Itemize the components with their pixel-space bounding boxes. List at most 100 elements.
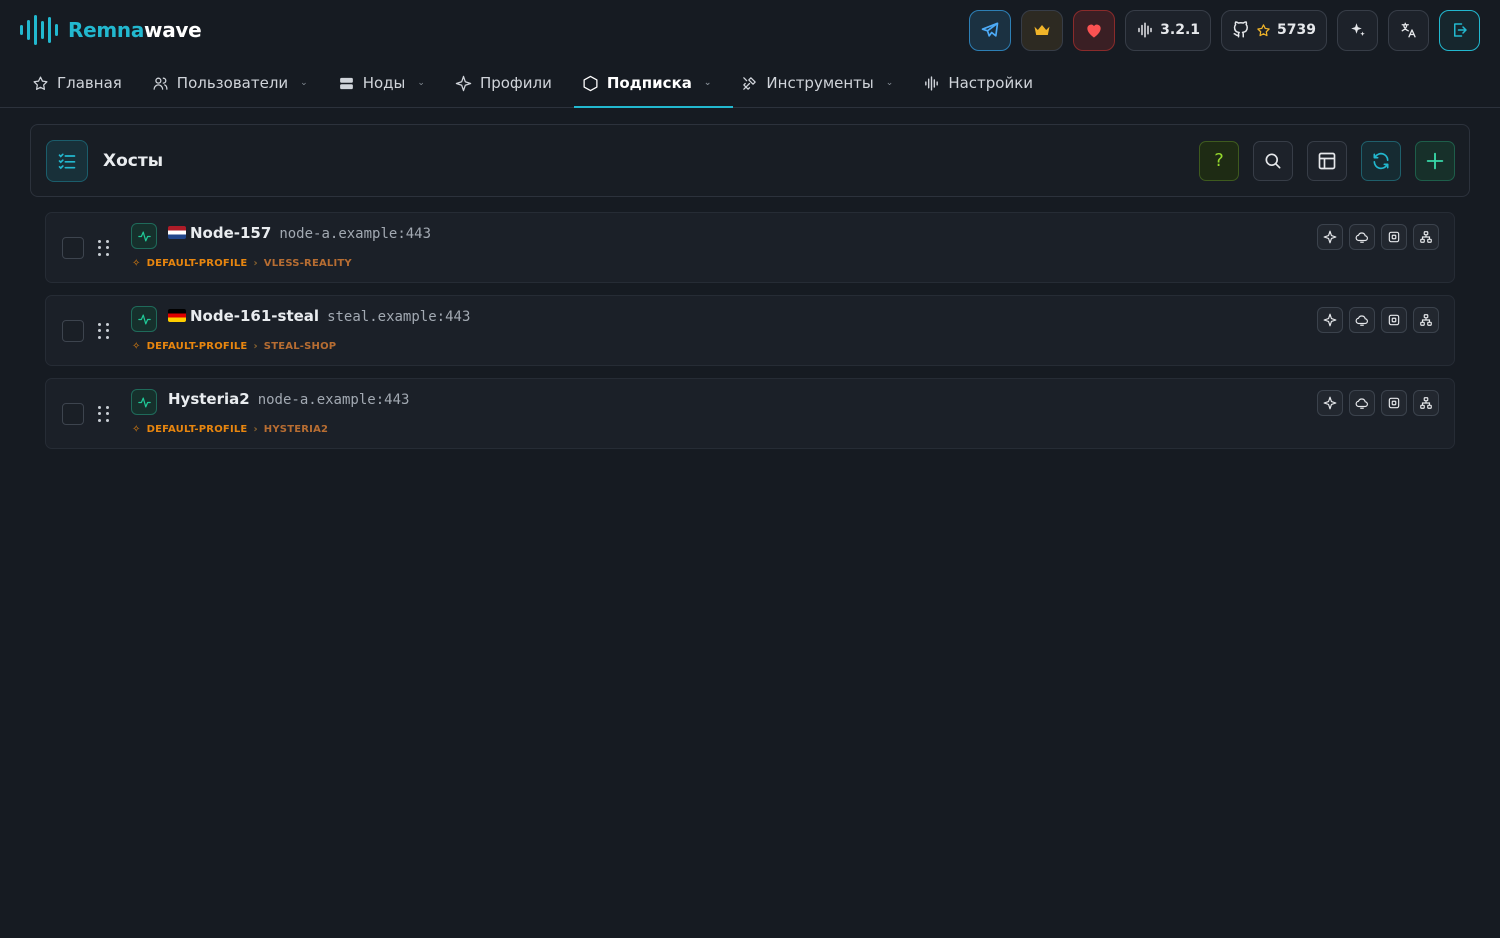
sparkle-icon	[455, 75, 472, 91]
table-view-button[interactable]	[1307, 140, 1347, 181]
cloud-icon	[1355, 398, 1368, 409]
profile-icon: ✧	[132, 424, 141, 435]
profile-action-button[interactable]	[1317, 390, 1343, 416]
row-checkbox[interactable]	[62, 237, 84, 259]
search-icon	[1265, 153, 1281, 168]
capture-icon	[1388, 397, 1400, 409]
drag-handle-icon[interactable]	[98, 240, 110, 256]
nav-users-label: Пользователи	[176, 74, 289, 92]
network-icon	[1420, 397, 1432, 409]
server-icon	[339, 77, 353, 89]
brand-name: Remnawave	[68, 18, 202, 42]
help-button[interactable]: ?	[1199, 140, 1239, 181]
nav-settings-label: Настройки	[948, 74, 1034, 92]
sparkle-icon	[1323, 396, 1337, 410]
search-button[interactable]	[1253, 140, 1293, 181]
cloud-action-button[interactable]	[1349, 307, 1375, 333]
nav-home-label: Главная	[57, 74, 122, 92]
top-actions: 3.2.1 5739	[969, 9, 1480, 51]
cloud-action-button[interactable]	[1349, 224, 1375, 250]
row-checkbox[interactable]	[62, 320, 84, 342]
drag-handle-icon[interactable]	[98, 323, 110, 339]
path-separator: ›	[253, 341, 258, 352]
hexagon-icon	[583, 75, 598, 91]
profile-icon: ✧	[132, 258, 141, 269]
nav-profiles[interactable]: Профили	[451, 59, 556, 107]
language-button[interactable]	[1388, 9, 1429, 51]
nav-settings[interactable]: Настройки	[919, 59, 1037, 107]
nav-nodes[interactable]: Ноды ⌄	[334, 59, 429, 107]
star-icon	[33, 75, 48, 90]
logout-icon	[1453, 23, 1467, 37]
capture-icon	[1388, 231, 1400, 243]
cloud-icon	[1355, 315, 1368, 326]
crown-icon	[1034, 25, 1050, 35]
premium-button[interactable]	[1021, 9, 1064, 51]
plus-icon	[1426, 152, 1444, 169]
refresh-button[interactable]	[1361, 140, 1401, 181]
host-name-text: Node-157	[190, 224, 272, 242]
host-row[interactable]: Hysteria2 node-a.example:443 ✧ DEFAULT-P…	[45, 378, 1455, 449]
topology-action-button[interactable]	[1413, 307, 1439, 333]
row-checkbox[interactable]	[62, 403, 84, 425]
sparkles-icon	[1350, 23, 1365, 36]
host-address: steal.example:443	[327, 309, 471, 325]
sound-wave-icon	[1138, 22, 1152, 38]
profile-action-button[interactable]	[1317, 307, 1343, 333]
version-button[interactable]: 3.2.1	[1125, 9, 1212, 51]
remnawave-logo-icon	[20, 14, 58, 46]
logout-button[interactable]	[1439, 9, 1480, 51]
nav-nodes-label: Ноды	[362, 74, 406, 92]
donate-button[interactable]	[1073, 9, 1116, 51]
screenshot-action-button[interactable]	[1381, 224, 1407, 250]
path-separator: ›	[253, 258, 258, 269]
host-name: Node-161-steal	[168, 307, 319, 325]
nav-subscription-label: Подписка	[606, 74, 692, 92]
brand-name-part2: wave	[144, 18, 202, 42]
host-path: ✧ DEFAULT-PROFILE › HYSTERIA2	[132, 424, 328, 435]
translate-icon	[1401, 22, 1416, 38]
host-row[interactable]: Node-161-steal steal.example:443 ✧ DEFAU…	[45, 295, 1455, 366]
help-icon: ?	[1214, 150, 1224, 171]
inbound-name: VLESS-REALITY	[263, 258, 352, 269]
github-stars: 5739	[1277, 22, 1316, 38]
ai-button[interactable]	[1337, 9, 1378, 51]
cloud-icon	[1355, 232, 1368, 243]
telegram-button[interactable]	[969, 9, 1012, 51]
refresh-icon	[1373, 152, 1389, 169]
star-icon	[1257, 23, 1270, 36]
profile-name: DEFAULT-PROFILE	[146, 424, 248, 435]
nav-home[interactable]: Главная	[28, 59, 126, 107]
cloud-action-button[interactable]	[1349, 390, 1375, 416]
screenshot-action-button[interactable]	[1381, 390, 1407, 416]
table-icon	[1318, 152, 1336, 169]
version-label: 3.2.1	[1160, 22, 1201, 38]
chevron-down-icon: ⌄	[417, 78, 425, 88]
telegram-icon	[981, 22, 999, 37]
github-button[interactable]: 5739	[1221, 9, 1327, 51]
inbound-name: STEAL-SHOP	[263, 341, 337, 352]
nav-users[interactable]: Пользователи ⌄	[148, 59, 312, 107]
nav-subscription[interactable]: Подписка ⌄	[573, 59, 733, 108]
screenshot-action-button[interactable]	[1381, 307, 1407, 333]
profile-name: DEFAULT-PROFILE	[146, 258, 248, 269]
capture-icon	[1388, 314, 1400, 326]
nav-tools[interactable]: Инструменты ⌄	[737, 59, 897, 107]
page-title: Хосты	[103, 150, 164, 171]
sparkle-icon	[1323, 313, 1337, 327]
hosts-list: Node-157 node-a.example:443 ✧ DEFAULT-PR…	[45, 212, 1455, 461]
drag-handle-icon[interactable]	[98, 406, 110, 422]
topology-action-button[interactable]	[1413, 224, 1439, 250]
host-address: node-a.example:443	[257, 392, 410, 408]
host-name: Node-157	[168, 224, 271, 242]
add-host-button[interactable]	[1415, 140, 1455, 181]
brand[interactable]: Remnawave	[20, 14, 202, 46]
profile-action-button[interactable]	[1317, 224, 1343, 250]
path-separator: ›	[253, 424, 258, 435]
github-icon	[1233, 21, 1249, 38]
host-row[interactable]: Node-157 node-a.example:443 ✧ DEFAULT-PR…	[45, 212, 1455, 283]
nav-profiles-label: Профили	[479, 74, 552, 92]
topology-action-button[interactable]	[1413, 390, 1439, 416]
profile-name: DEFAULT-PROFILE	[146, 341, 248, 352]
chevron-down-icon: ⌄	[885, 78, 894, 88]
